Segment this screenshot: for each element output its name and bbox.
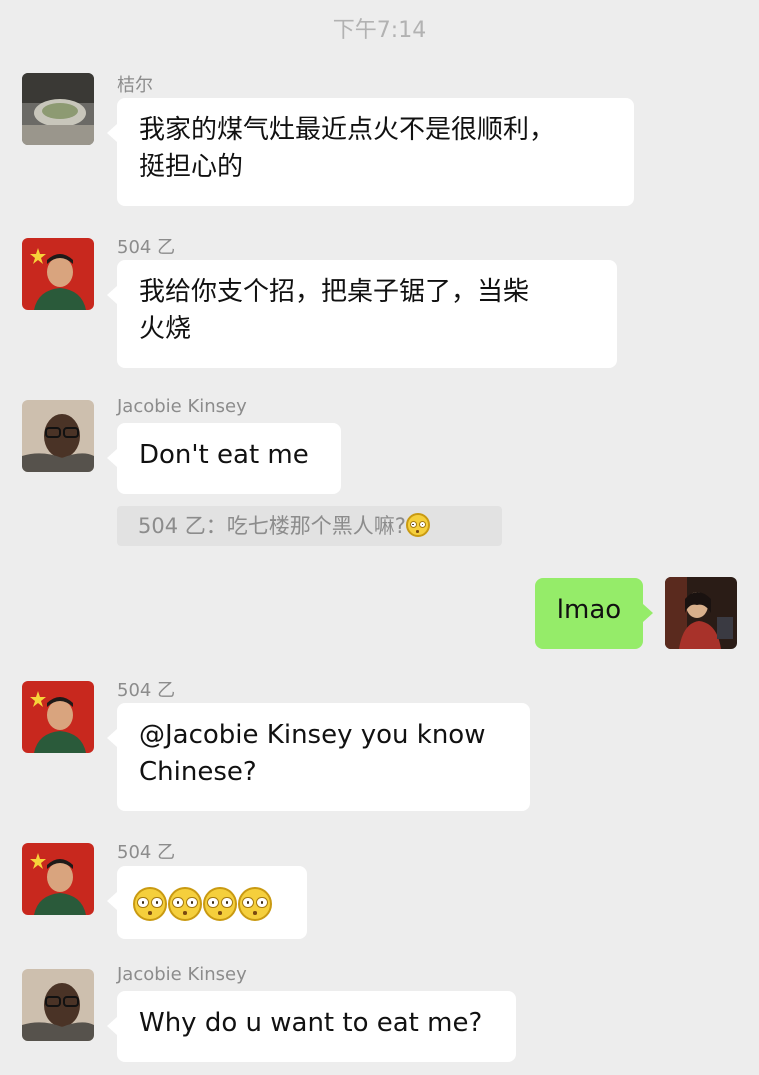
- avatar-jacobie-kinsey[interactable]: [22, 969, 94, 1041]
- sender-name: Jacobie Kinsey: [117, 964, 247, 985]
- message-bubble[interactable]: Don't eat me: [107, 423, 341, 494]
- message-text-line-2: 挺担心的: [139, 152, 244, 182]
- message-text-line-1: 我家的煤气灶最近点火不是很顺利，: [139, 115, 556, 145]
- avatar-504[interactable]: [22, 843, 94, 915]
- flushed-emoji-icon: [203, 886, 237, 921]
- sender-name: Jacobie Kinsey: [117, 396, 247, 417]
- avatar-photo-icon: [22, 238, 94, 310]
- sender-name: 桔尔: [117, 75, 153, 96]
- message-text: Why do u want to eat me?: [139, 1008, 483, 1038]
- flushed-emoji-icon: [133, 886, 167, 921]
- avatar-photo-icon: [22, 400, 94, 472]
- avatar-photo-icon: [22, 681, 94, 753]
- avatar-jacobie-kinsey[interactable]: [22, 400, 94, 472]
- sender-name: 504 乙: [117, 237, 176, 258]
- avatar-504[interactable]: [22, 681, 94, 753]
- avatar-photo-icon: [22, 969, 94, 1041]
- avatar-self[interactable]: [665, 577, 737, 649]
- message-bubble[interactable]: Why do u want to eat me?: [107, 991, 516, 1062]
- message-bubble[interactable]: [107, 866, 307, 939]
- message-text-line-2: Chinese?: [139, 757, 257, 787]
- message-text: Don't eat me: [139, 440, 309, 470]
- message-text-line-1: 我给你支个招，把桌子锯了，当柴: [139, 277, 530, 307]
- quoted-text: 504 乙：吃七楼那个黑人嘛?: [138, 514, 406, 538]
- avatar-504[interactable]: [22, 238, 94, 310]
- timestamp: 下午7:14: [332, 18, 427, 43]
- sender-name: 504 乙: [117, 842, 176, 863]
- outgoing-message-bubble[interactable]: lmao: [535, 578, 653, 649]
- avatar-photo-icon: [22, 73, 94, 145]
- avatar-photo-icon: [665, 577, 737, 649]
- message-bubble[interactable]: @Jacobie Kinsey you know Chinese?: [107, 703, 530, 811]
- quoted-reply[interactable]: 504 乙：吃七楼那个黑人嘛?: [117, 506, 502, 546]
- message-text-line-1: @Jacobie Kinsey you know: [139, 720, 486, 750]
- message-text: lmao: [556, 595, 622, 625]
- message-text-line-2: 火烧: [139, 314, 192, 344]
- flushed-emoji-icon: [238, 886, 272, 921]
- flushed-emoji-icon: [405, 513, 430, 537]
- message-bubble[interactable]: 我家的煤气灶最近点火不是很顺利， 挺担心的: [107, 98, 634, 206]
- sender-name: 504 乙: [117, 680, 176, 701]
- avatar-jue-er[interactable]: [22, 73, 94, 145]
- message-bubble[interactable]: 我给你支个招，把桌子锯了，当柴 火烧: [107, 260, 617, 368]
- avatar-photo-icon: [22, 843, 94, 915]
- flushed-emoji-icon: [168, 886, 202, 921]
